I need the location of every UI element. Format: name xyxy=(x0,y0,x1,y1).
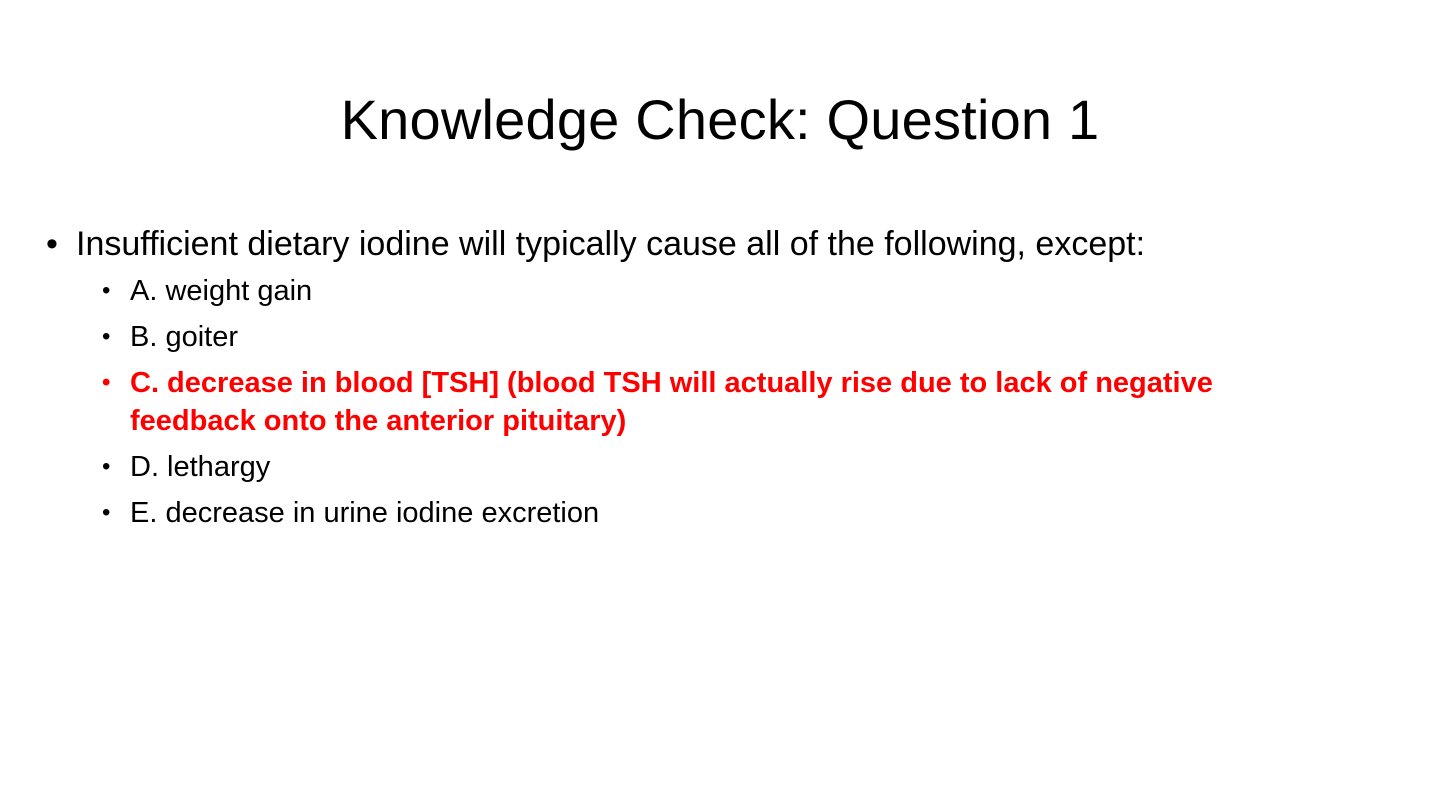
option-text: A. weight gain xyxy=(130,275,313,307)
option-a: • A. weight gain xyxy=(102,272,1226,310)
slide-title: Knowledge Check: Question 1 xyxy=(340,88,1100,151)
question-text: Insufficient dietary iodine will typical… xyxy=(76,225,1146,263)
option-text: C. decrease in blood [TSH] (blood TSH wi… xyxy=(130,367,1213,437)
bullet-icon: • xyxy=(102,499,111,526)
option-text: E. decrease in urine iodine excretion xyxy=(130,497,600,529)
bullet-icon: • xyxy=(102,453,111,480)
option-d: • D. lethargy xyxy=(102,448,1226,486)
answer-options: • A. weight gain • B. goiter • C. decrea… xyxy=(46,272,1226,532)
slide-content: • Insufficient dietary iodine will typic… xyxy=(46,222,1226,540)
option-e: • E. decrease in urine iodine excretion xyxy=(102,494,1226,532)
bullet-icon: • xyxy=(102,323,111,350)
bullet-icon: • xyxy=(46,225,58,263)
option-b: • B. goiter xyxy=(102,318,1226,356)
bullet-icon: • xyxy=(102,277,111,304)
question-item: • Insufficient dietary iodine will typic… xyxy=(46,222,1226,266)
bullet-icon: • xyxy=(102,369,111,396)
slide: Knowledge Check: Question 1 • Insufficie… xyxy=(0,0,1440,810)
option-text: B. goiter xyxy=(130,321,238,353)
option-c-correct: • C. decrease in blood [TSH] (blood TSH … xyxy=(102,364,1226,440)
option-text: D. lethargy xyxy=(130,451,271,483)
